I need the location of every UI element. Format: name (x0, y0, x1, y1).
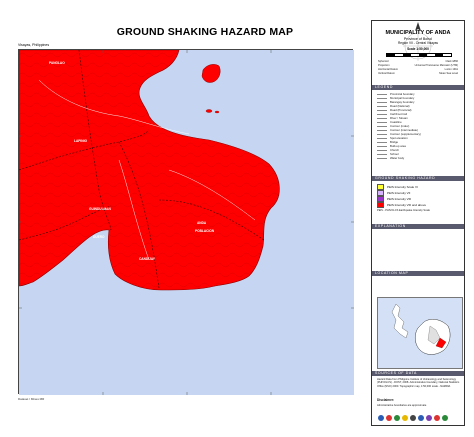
place-label: GUINDULMAN (89, 207, 111, 211)
swatch (377, 196, 384, 202)
place-label: ANDA (197, 221, 207, 225)
map-canvas: PANGLAO LAPINIG GUINDULMAN DUERO CANDIJA… (19, 50, 354, 395)
tech-row: Projection Universal Transverse Mercator … (378, 64, 458, 67)
explanation-header: EXPLANATION (372, 224, 464, 229)
region-label: Visayas, Philippines (18, 43, 50, 47)
island-small-2 (214, 110, 220, 114)
hazard-header: GROUND SHAKING HAZARD (372, 176, 464, 181)
place-label: POBLACION (195, 229, 215, 233)
map-title: GROUND SHAKING HAZARD MAP (116, 26, 294, 38)
agency-logo (418, 415, 424, 421)
tech-row: Horizontal Datum Luzon 1911 (378, 68, 458, 71)
map-credit: Dataset / Mines MR (18, 397, 45, 401)
agency-logo (394, 415, 400, 421)
place-label: LAPINIG (74, 139, 87, 143)
hazard-item: PEIS Intensity VIII (377, 196, 411, 202)
island-small (205, 109, 213, 113)
map-frame[interactable]: PANGLAO LAPINIG GUINDULMAN DUERO CANDIJA… (18, 49, 354, 395)
legend-header: LEGEND (372, 85, 464, 90)
tech-row: Spheroid Clark 1866 (378, 60, 458, 63)
agency-logos (378, 415, 458, 423)
hazard-item: PEIS Intensity VIII and above (377, 202, 426, 208)
agency-logo (378, 415, 384, 421)
place-label: DUERO (93, 235, 105, 239)
compass-rose-icon (403, 31, 433, 61)
agency-logo (410, 415, 416, 421)
disclaimer-title: Disclaimer: (377, 398, 395, 402)
agency-logo (434, 415, 440, 421)
info-panel: MUNICIPALITY OF ANDA Province of Bohol R… (371, 20, 465, 426)
swatch (377, 190, 384, 196)
hazard-note: PEIS - PHIVOLCS Earthquake Intensity Sca… (377, 209, 430, 212)
location-header: LOCATION MAP (372, 271, 464, 276)
agency-logo (426, 415, 432, 421)
place-label: CANDIJAY (139, 257, 156, 261)
swatch (377, 202, 384, 208)
place-label: PANGLAO (49, 61, 65, 65)
location-map (377, 297, 463, 369)
sources-header: SOURCES OF DATA (372, 371, 464, 376)
sources-text: Hazard Data from Philippine Institute of… (377, 378, 460, 388)
agency-logo (386, 415, 392, 421)
tech-row: Vertical Datum Mean Sea Level (378, 72, 458, 75)
swatch (377, 184, 384, 190)
location-map-canvas (391, 303, 451, 355)
legend-item: Water body (377, 156, 404, 160)
disclaimer-text: Administrative boundaries are approximat… (377, 404, 427, 407)
hazard-item: PEIS Intensity Scale VI (377, 184, 418, 190)
agency-logo (402, 415, 408, 421)
hazard-item: PEIS Intensity VII (377, 190, 410, 196)
agency-logo (442, 415, 448, 421)
